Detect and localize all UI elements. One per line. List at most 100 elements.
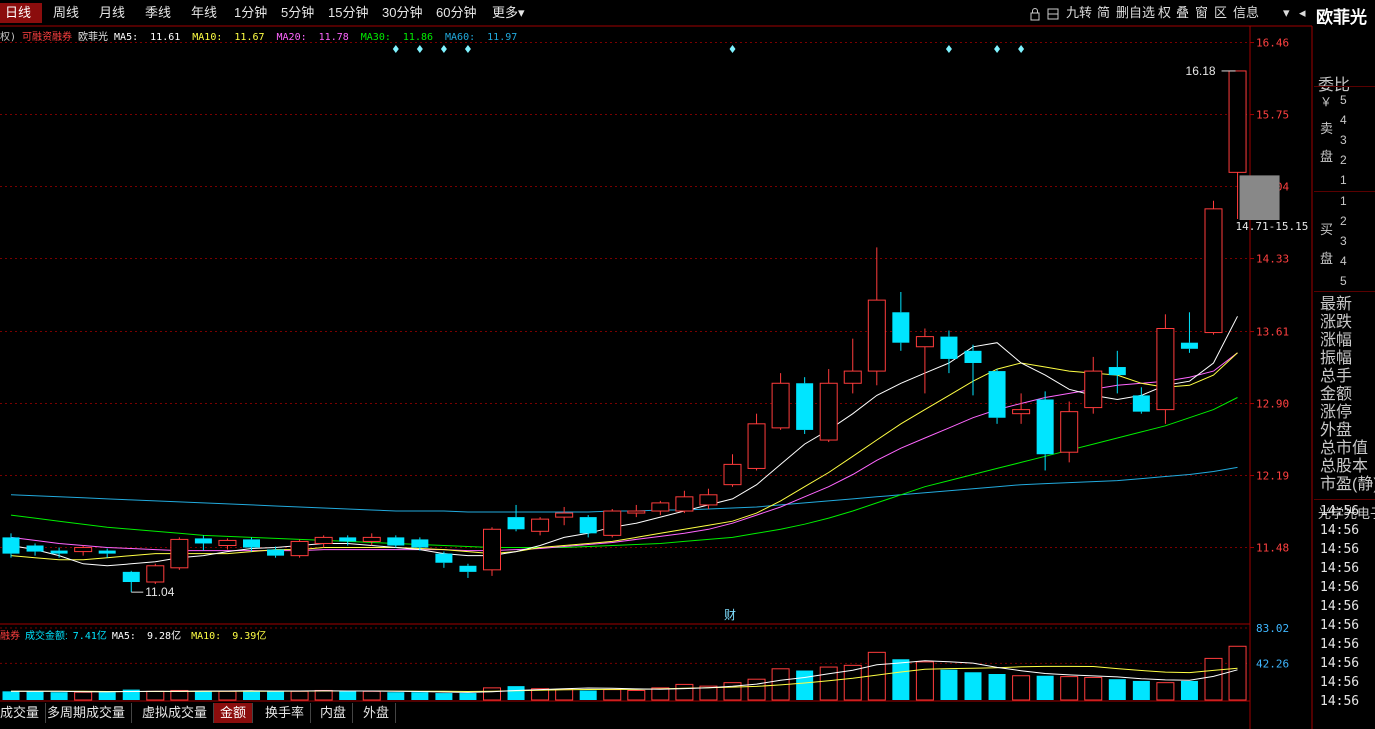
price-tick-label: 12.19 bbox=[1256, 470, 1289, 483]
candle-body bbox=[892, 312, 910, 343]
sell-level-3: 3 bbox=[1340, 133, 1347, 147]
price-tick-label: 11.48 bbox=[1256, 542, 1289, 555]
sell-level-1: 1 bbox=[1340, 173, 1347, 187]
price-axis: 16.4615.7515.0414.3313.6112.9012.1911.48… bbox=[1250, 37, 1289, 670]
signal-marker bbox=[1018, 45, 1025, 53]
volume-bar bbox=[411, 692, 429, 700]
candle-body bbox=[243, 539, 260, 548]
tick-time: 14:56 bbox=[1320, 504, 1360, 519]
tick-time: 14:56 bbox=[1320, 694, 1360, 709]
candle-body bbox=[603, 510, 622, 536]
vol-ma10-label: MA10: bbox=[191, 631, 222, 642]
candle-body bbox=[1036, 399, 1054, 455]
btab-volume[interactable]: 成交量 bbox=[0, 703, 47, 723]
volume-bar bbox=[555, 689, 574, 701]
candle-body bbox=[651, 502, 670, 512]
volume-bar bbox=[915, 661, 934, 701]
price-tick-label: 12.90 bbox=[1256, 398, 1289, 411]
candle-body bbox=[435, 553, 453, 563]
volume-bar bbox=[387, 692, 405, 700]
candle bbox=[796, 377, 814, 434]
range-box bbox=[1239, 175, 1280, 221]
signal-marker bbox=[464, 45, 471, 53]
btab-outer[interactable]: 外盘 bbox=[357, 703, 397, 723]
volume-bar bbox=[50, 692, 68, 700]
volume-tick-label: 42.26 bbox=[1256, 657, 1289, 670]
buy-level-4: 4 bbox=[1340, 254, 1347, 268]
candle bbox=[843, 338, 862, 394]
btab-turnover[interactable]: 换手率 bbox=[259, 703, 312, 723]
candle-body bbox=[339, 537, 357, 542]
tick-time: 14:56 bbox=[1320, 561, 1360, 576]
btab-amount[interactable]: 金额 bbox=[214, 703, 254, 723]
volume-bar bbox=[964, 672, 982, 700]
btab-virtual-volume[interactable]: 虚拟成交量 bbox=[136, 703, 215, 723]
candle bbox=[723, 454, 742, 487]
volume-bar bbox=[1156, 682, 1175, 701]
candle-body bbox=[146, 565, 165, 583]
volume-bar bbox=[1012, 675, 1031, 701]
candle bbox=[483, 527, 501, 576]
candle bbox=[98, 548, 116, 558]
vol-prefix: 融券 bbox=[0, 631, 20, 642]
vol-value: 7.41亿 bbox=[72, 631, 107, 642]
candle-body bbox=[1156, 328, 1175, 411]
candle bbox=[1156, 314, 1175, 424]
candle bbox=[915, 328, 934, 394]
candle-body bbox=[531, 518, 550, 532]
candle-body bbox=[1084, 370, 1103, 409]
price-tick-label: 15.75 bbox=[1256, 109, 1289, 122]
candle bbox=[627, 504, 646, 518]
volume-bar bbox=[290, 690, 309, 701]
candle-body bbox=[627, 510, 646, 514]
candle bbox=[819, 369, 838, 443]
signal-marker bbox=[945, 45, 952, 53]
kline-chart[interactable]: 16.4615.7515.0414.3313.6112.9012.1911.48… bbox=[0, 0, 1314, 729]
candle bbox=[1180, 312, 1198, 353]
price-tick-label: 13.61 bbox=[1256, 326, 1289, 339]
candle-body bbox=[122, 571, 140, 583]
tick-time: 14:56 bbox=[1320, 523, 1360, 538]
sell-label-2: 盘 bbox=[1320, 149, 1334, 164]
candle bbox=[459, 563, 477, 578]
candle bbox=[1108, 350, 1126, 394]
candle bbox=[74, 545, 93, 556]
candle-body bbox=[940, 336, 958, 359]
volume-bar bbox=[2, 691, 20, 700]
candle-body bbox=[267, 549, 285, 556]
btab-multi-period-volume[interactable]: 多周期成交量 bbox=[41, 703, 133, 723]
vol-ma5-value: 9.28亿 bbox=[147, 631, 182, 642]
volume-bar bbox=[362, 690, 381, 701]
candle-body bbox=[411, 539, 429, 548]
candle bbox=[1060, 401, 1079, 463]
candle-body bbox=[290, 540, 309, 557]
candle bbox=[50, 547, 68, 558]
volume-bar bbox=[194, 691, 212, 700]
volume-bar bbox=[435, 693, 453, 700]
candle-body bbox=[459, 565, 477, 572]
candlesticks bbox=[2, 70, 1247, 593]
volume-tick-label: 83.02 bbox=[1256, 622, 1289, 635]
candle-body bbox=[1180, 342, 1198, 349]
candle bbox=[362, 533, 381, 546]
candle-body bbox=[747, 423, 766, 469]
signal-marker bbox=[392, 45, 399, 53]
btab-inner[interactable]: 内盘 bbox=[314, 703, 354, 723]
volume-bar bbox=[267, 691, 285, 700]
volume-bar bbox=[98, 692, 116, 700]
candle bbox=[867, 247, 886, 386]
price-tick-label: 14.33 bbox=[1256, 253, 1289, 266]
range-annotation: 14.71-15.15 bbox=[1236, 220, 1309, 233]
volume-bar bbox=[796, 670, 814, 700]
candle bbox=[771, 373, 790, 430]
candle-body bbox=[579, 517, 597, 534]
ma60-line bbox=[10, 466, 1238, 513]
volume-bar bbox=[675, 683, 694, 701]
candle-body bbox=[483, 528, 501, 571]
candle-body bbox=[819, 382, 838, 441]
candle-body bbox=[699, 494, 718, 506]
candle bbox=[387, 535, 405, 548]
financial-marker: 财 bbox=[724, 608, 736, 622]
volume-bar bbox=[314, 689, 333, 701]
candle-body bbox=[723, 463, 742, 486]
